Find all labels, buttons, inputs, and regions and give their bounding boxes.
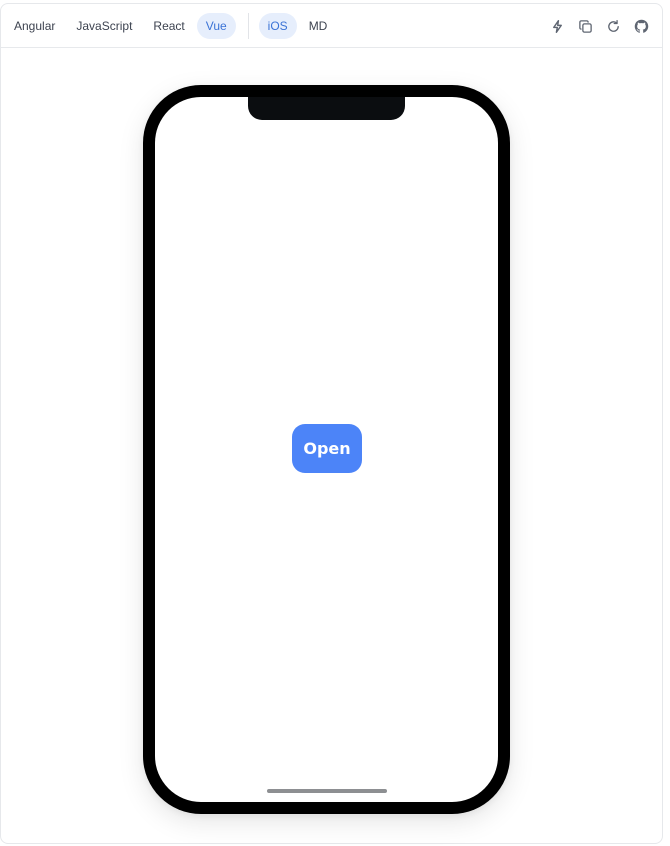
refresh-icon (606, 19, 621, 34)
tab-vue[interactable]: Vue (196, 12, 236, 39)
tab-angular[interactable]: Angular (5, 13, 64, 39)
toolbar-actions (546, 4, 652, 48)
tab-react[interactable]: React (144, 13, 193, 39)
tab-javascript-label: JavaScript (76, 18, 133, 33)
toolbar: Angular JavaScript React Vue iOS MD (1, 4, 662, 48)
tab-react-label: React (153, 18, 185, 33)
open-stackblitz-button[interactable] (546, 15, 568, 37)
mode-ios-label: iOS (267, 18, 288, 33)
mode-md-label: MD (308, 18, 328, 33)
copy-code-button[interactable] (574, 15, 596, 37)
tab-angular-label: Angular (14, 18, 56, 33)
phone-screen: Open (155, 97, 498, 802)
mode-md[interactable]: MD (300, 13, 337, 39)
copy-icon (578, 19, 593, 34)
tab-divider (247, 12, 249, 39)
phone-frame: Open (143, 85, 510, 814)
preview-area: Open (1, 48, 662, 843)
tab-javascript[interactable]: JavaScript (67, 13, 141, 39)
github-button[interactable] (630, 15, 652, 37)
home-indicator (267, 789, 387, 793)
phone-notch (248, 97, 405, 120)
demo-frame: Angular JavaScript React Vue iOS MD Open (0, 3, 663, 844)
mode-ios[interactable]: iOS (258, 12, 297, 39)
github-icon (634, 19, 649, 34)
reload-button[interactable] (602, 15, 624, 37)
open-button[interactable]: Open (292, 424, 362, 473)
tab-vue-label: Vue (205, 18, 227, 33)
lightning-icon (550, 19, 565, 34)
